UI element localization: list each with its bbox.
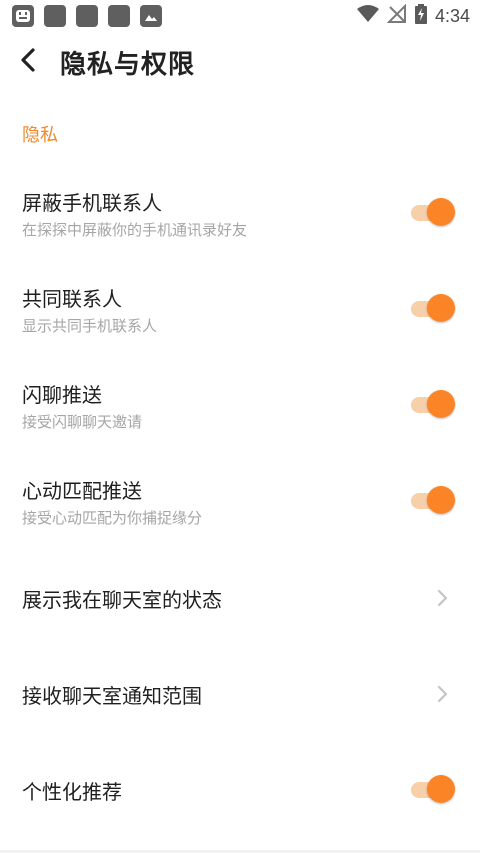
status-bar: 4:34: [0, 0, 480, 32]
wifi-icon: [356, 5, 379, 27]
heart-match-push-toggle[interactable]: [411, 486, 455, 514]
setting-row-mutual-contacts[interactable]: 共同联系人 显示共同手机联系人: [0, 272, 480, 350]
app-icon: [108, 5, 130, 27]
row-title: 心动匹配推送: [22, 479, 142, 503]
row-title: 屏蔽手机联系人: [22, 191, 162, 215]
row-subtitle: 显示共同手机联系人: [22, 317, 158, 335]
system-icons: 4:34: [356, 3, 470, 28]
row-title: 展示我在聊天室的状态: [22, 588, 222, 612]
toggle-knob: [427, 294, 455, 322]
chevron-right-icon: [436, 588, 450, 608]
notification-icons: [12, 5, 162, 27]
row-subtitle: 在探探中屏蔽你的手机通讯录好友: [22, 221, 248, 239]
row-title: 闪聊推送: [22, 383, 102, 407]
setting-row-personalized-recommend[interactable]: 个性化推荐: [0, 758, 480, 820]
battery-charging-icon: [414, 4, 427, 28]
app-icon: [76, 5, 98, 27]
mutual-contacts-toggle[interactable]: [411, 294, 455, 322]
row-title: 共同联系人: [22, 287, 122, 311]
flash-chat-push-toggle[interactable]: [411, 390, 455, 418]
row-title: 接收聊天室通知范围: [22, 684, 202, 708]
chevron-right-icon: [436, 684, 450, 704]
setting-row-heart-match-push[interactable]: 心动匹配推送 接受心动匹配为你捕捉缘分: [0, 464, 480, 542]
section-title-privacy: 隐私: [22, 125, 58, 146]
toggle-knob: [427, 775, 455, 803]
back-button[interactable]: [12, 46, 44, 78]
toggle-knob: [427, 390, 455, 418]
app-icon: [44, 5, 66, 27]
row-subtitle: 接受闪聊聊天邀请: [22, 413, 143, 431]
personalized-recommend-toggle[interactable]: [411, 775, 455, 803]
setting-row-block-contacts[interactable]: 屏蔽手机联系人 在探探中屏蔽你的手机通讯录好友: [0, 176, 480, 254]
image-icon: [140, 5, 162, 27]
app-header: 隐私与权限: [0, 32, 480, 92]
status-time: 4:34: [434, 5, 470, 26]
chevron-left-icon: [20, 48, 36, 76]
row-subtitle: 接受心动匹配为你捕捉缘分: [22, 509, 203, 527]
toggle-knob: [427, 198, 455, 226]
app-notification-icon: [12, 5, 34, 27]
block-contacts-toggle[interactable]: [411, 198, 455, 226]
setting-row-chatroom-notify-range[interactable]: 接收聊天室通知范围: [0, 662, 480, 724]
no-signal-icon: [386, 3, 407, 28]
row-title: 个性化推荐: [22, 780, 122, 804]
setting-row-flash-chat-push[interactable]: 闪聊推送 接受闪聊聊天邀请: [0, 368, 480, 446]
setting-row-chatroom-status[interactable]: 展示我在聊天室的状态: [0, 566, 480, 628]
page-title: 隐私与权限: [60, 50, 196, 80]
toggle-knob: [427, 486, 455, 514]
